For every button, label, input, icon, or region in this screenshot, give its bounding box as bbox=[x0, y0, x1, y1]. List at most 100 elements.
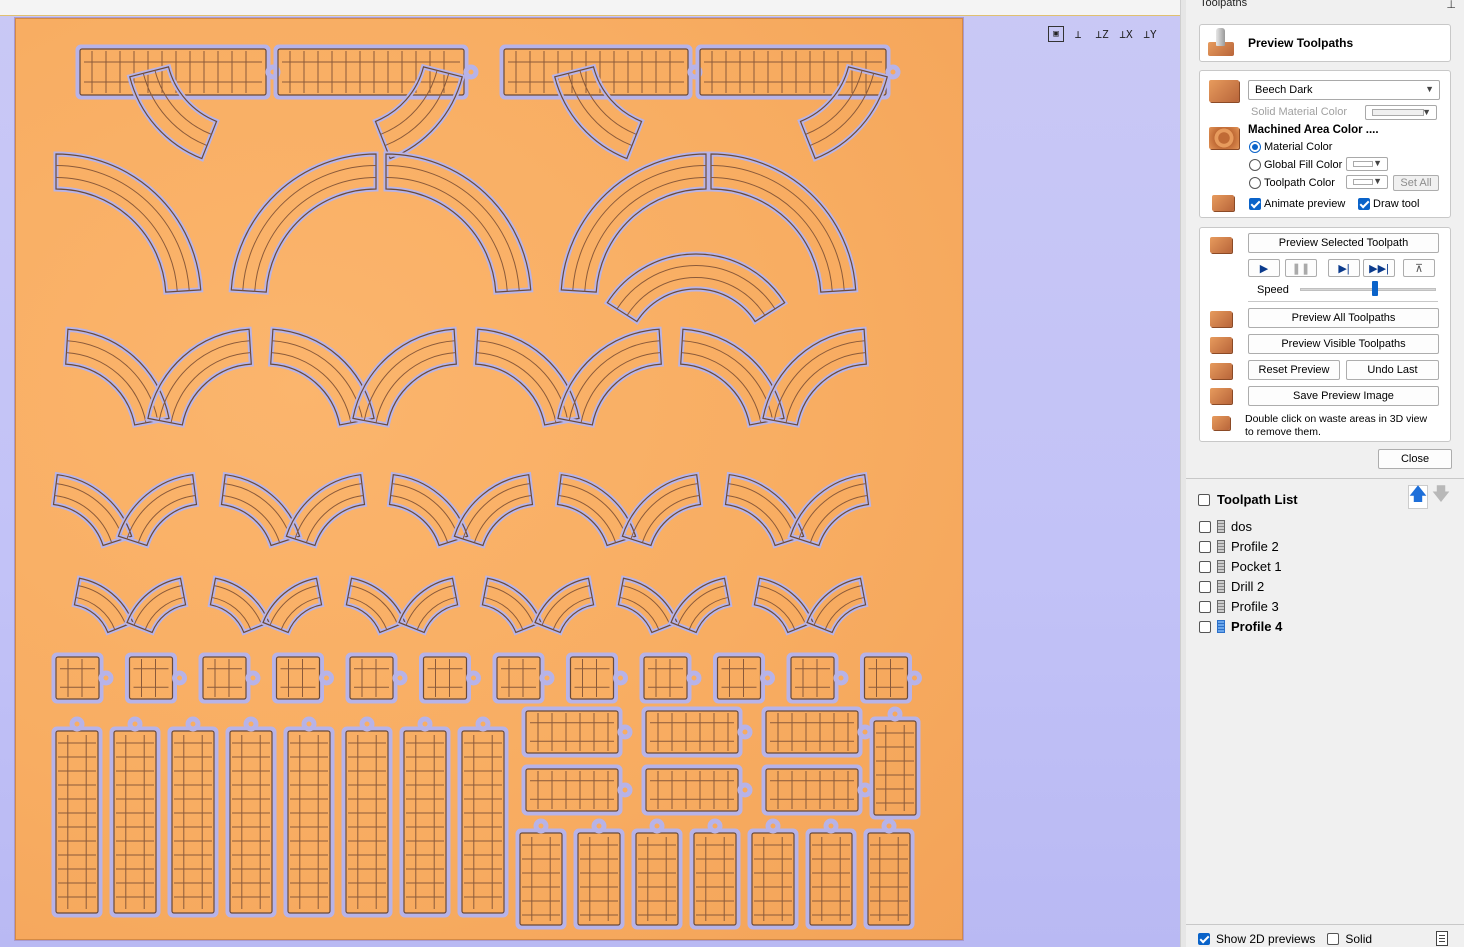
toolpath-visibility-checkbox[interactable] bbox=[1199, 600, 1211, 613]
3d-viewport[interactable]: ▣ ⊥ ⊥Z ⊥X ⊥Y bbox=[0, 0, 1180, 947]
draw-tool-checkbox[interactable]: Draw tool bbox=[1358, 198, 1419, 210]
track-piece-inner bbox=[525, 710, 619, 754]
global-fill-color-select[interactable]: ▼ bbox=[1346, 157, 1388, 171]
connector-knob bbox=[881, 818, 897, 834]
solid-checkbox[interactable] bbox=[1327, 933, 1340, 945]
y-view-icon[interactable]: ⊥Y bbox=[1140, 24, 1160, 44]
document-icon[interactable] bbox=[1436, 931, 1448, 946]
rail-groove bbox=[385, 165, 520, 291]
curve-piece bbox=[350, 326, 459, 428]
speed-slider[interactable] bbox=[1300, 288, 1436, 291]
track-piece-inner bbox=[716, 656, 762, 700]
track-piece-inner bbox=[699, 48, 887, 96]
connector-knob bbox=[686, 670, 702, 686]
track-piece bbox=[51, 652, 104, 704]
toolpath-visibility-checkbox[interactable] bbox=[1199, 540, 1211, 553]
iso-view-icon[interactable]: ⊥ bbox=[1068, 24, 1088, 44]
zoom-extents-icon[interactable]: ▣ bbox=[1048, 26, 1064, 42]
track-piece bbox=[566, 652, 618, 704]
step-button[interactable]: ▶| bbox=[1328, 259, 1360, 277]
toolpath-item[interactable]: Pocket 1 bbox=[1199, 559, 1282, 574]
move-down-arrow-icon[interactable]: 🡇 bbox=[1431, 484, 1451, 509]
toolpath-visibility-checkbox[interactable] bbox=[1199, 620, 1211, 633]
toolpath-color-select[interactable]: ▼ bbox=[1346, 175, 1388, 189]
speed-slider-thumb[interactable] bbox=[1372, 281, 1378, 296]
material-select[interactable]: Beech Dark ▼ bbox=[1248, 80, 1440, 100]
track-piece-inner bbox=[202, 656, 247, 700]
toolpath-visibility-checkbox[interactable] bbox=[1199, 580, 1211, 593]
connector-knob bbox=[539, 670, 555, 686]
rail-groove bbox=[785, 352, 866, 423]
material-board[interactable] bbox=[15, 18, 963, 940]
reset-preview-button[interactable]: Reset Preview bbox=[1248, 360, 1340, 380]
x-view-icon[interactable]: ⊥X bbox=[1116, 24, 1136, 44]
connector-knob bbox=[765, 818, 781, 834]
radio-toolpath-color[interactable]: Toolpath Color bbox=[1249, 177, 1335, 189]
solid-color-select[interactable]: ▼ bbox=[1365, 105, 1437, 120]
preview-controls: Preview Selected Toolpath ▶ ❚❚ ▶| ▶▶| ⊼ … bbox=[1199, 227, 1451, 442]
track-piece-inner bbox=[751, 832, 795, 926]
rail-groove bbox=[154, 70, 212, 135]
connector-knob bbox=[417, 716, 433, 732]
z-view-icon[interactable]: ⊥Z bbox=[1092, 24, 1112, 44]
radio-dot[interactable] bbox=[1249, 159, 1261, 171]
bottom-bar: Show 2D previews Solid bbox=[1198, 932, 1372, 946]
preview-visible-icon bbox=[1210, 337, 1232, 353]
move-up-arrow-icon[interactable]: 🡅 bbox=[1408, 484, 1428, 509]
animate-icon bbox=[1212, 195, 1234, 211]
connector-knob bbox=[319, 670, 334, 686]
track-piece bbox=[860, 652, 912, 704]
radio-dot[interactable] bbox=[1249, 177, 1261, 189]
toolpath-list-header: Toolpath List bbox=[1198, 492, 1298, 507]
connector-knob bbox=[466, 670, 481, 686]
chevron-down-icon: ▼ bbox=[1373, 158, 1382, 168]
radio-material-color[interactable]: Material Color bbox=[1249, 141, 1332, 153]
track-piece-inner bbox=[349, 656, 394, 700]
track-piece bbox=[272, 652, 324, 704]
chevron-down-icon: ▼ bbox=[1373, 176, 1382, 186]
checkbox[interactable] bbox=[1249, 198, 1261, 210]
track-piece-inner bbox=[403, 730, 447, 914]
set-all-button[interactable]: Set All bbox=[1393, 175, 1439, 191]
show-2d-checkbox[interactable] bbox=[1198, 933, 1210, 945]
animate-preview-checkbox[interactable]: Animate preview bbox=[1249, 198, 1345, 210]
stop-button[interactable]: ⊼ bbox=[1403, 259, 1435, 277]
track-piece bbox=[198, 652, 251, 704]
connector-knob bbox=[760, 670, 775, 686]
play-button[interactable]: ▶ bbox=[1248, 259, 1280, 277]
fast-forward-button[interactable]: ▶▶| bbox=[1363, 259, 1395, 277]
divider bbox=[1186, 924, 1464, 925]
pause-icon: ❚❚ bbox=[1291, 262, 1311, 275]
pause-button[interactable]: ❚❚ bbox=[1285, 259, 1317, 277]
pin-icon[interactable]: ⊥ bbox=[1446, 0, 1456, 11]
toolpath-item[interactable]: Profile 2 bbox=[1199, 539, 1279, 554]
save-preview-image-button[interactable]: Save Preview Image bbox=[1248, 386, 1439, 406]
undo-last-button[interactable]: Undo Last bbox=[1346, 360, 1439, 380]
toolpath-visibility-checkbox[interactable] bbox=[1199, 560, 1211, 573]
connector-knob bbox=[69, 716, 85, 732]
select-all-checkbox[interactable] bbox=[1198, 493, 1210, 506]
preview-selected-button[interactable]: Preview Selected Toolpath bbox=[1248, 233, 1439, 253]
checkbox[interactable] bbox=[1358, 198, 1370, 210]
toolpath-item[interactable]: Profile 4 bbox=[1199, 619, 1282, 634]
toolpath-item[interactable]: dos bbox=[1199, 519, 1252, 534]
hint-line: to remove them. bbox=[1245, 426, 1321, 438]
toolpath-visibility-checkbox[interactable] bbox=[1199, 520, 1211, 533]
connector-knob bbox=[392, 670, 408, 686]
connector-knob bbox=[617, 724, 633, 740]
toolpath-item[interactable]: Drill 2 bbox=[1199, 579, 1264, 594]
radio-global-fill[interactable]: Global Fill Color bbox=[1249, 159, 1342, 171]
track-piece-inner bbox=[519, 832, 563, 926]
close-button[interactable]: Close bbox=[1378, 449, 1452, 469]
stop-icon: ⊼ bbox=[1414, 262, 1424, 275]
connector-knob bbox=[613, 670, 628, 686]
toolpath-item[interactable]: Profile 3 bbox=[1199, 599, 1279, 614]
track-piece-inner bbox=[809, 832, 853, 926]
track-piece-inner bbox=[569, 656, 615, 700]
toolpath-list-title: Toolpath List bbox=[1217, 492, 1298, 507]
preview-visible-button[interactable]: Preview Visible Toolpaths bbox=[1248, 334, 1439, 354]
radio-dot[interactable] bbox=[1249, 141, 1261, 153]
radio-label: Material Color bbox=[1264, 141, 1333, 153]
preview-header: Preview Toolpaths bbox=[1199, 24, 1451, 62]
preview-all-button[interactable]: Preview All Toolpaths bbox=[1248, 308, 1439, 328]
